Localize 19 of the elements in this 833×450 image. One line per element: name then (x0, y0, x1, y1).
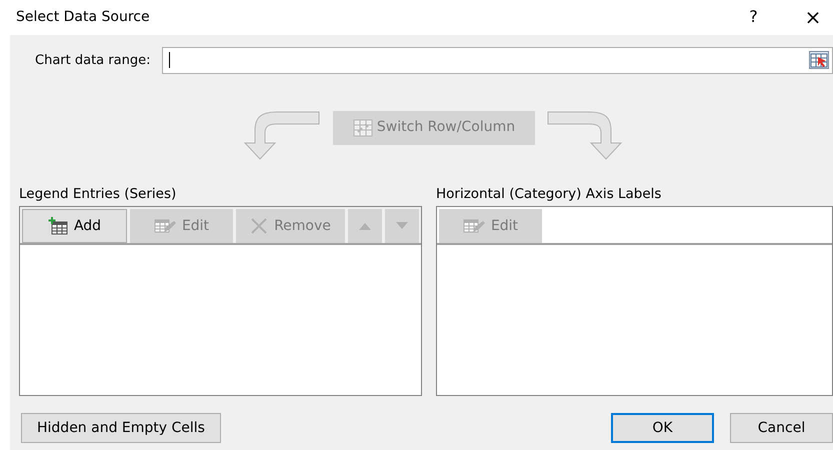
range-picker-icon[interactable] (809, 51, 829, 70)
section-label: Horizontal (Category) Axis Labels (436, 184, 662, 204)
down-arrow-icon (396, 222, 408, 230)
remove-icon (250, 217, 268, 235)
range-field[interactable] (162, 46, 833, 74)
edit-table-icon (462, 217, 485, 235)
hidden-empty-cells-button[interactable]: Hidden and Empty Cells (21, 413, 221, 443)
section-label: Legend Entries (Series) (19, 184, 178, 204)
switch-icon (352, 118, 373, 137)
cancel-button[interactable]: Cancel (730, 413, 833, 443)
window-title: Select Data Source (16, 8, 151, 27)
add-button[interactable]: Add (22, 209, 127, 243)
close-button[interactable]: × (793, 2, 833, 32)
field-label: Chart data range: (35, 52, 150, 70)
ok-button[interactable]: OK (611, 413, 714, 443)
up-arrow-icon (359, 222, 371, 230)
help-button[interactable]: ? (734, 5, 774, 30)
edit-table-icon (154, 217, 176, 235)
add-table-icon (48, 217, 68, 235)
